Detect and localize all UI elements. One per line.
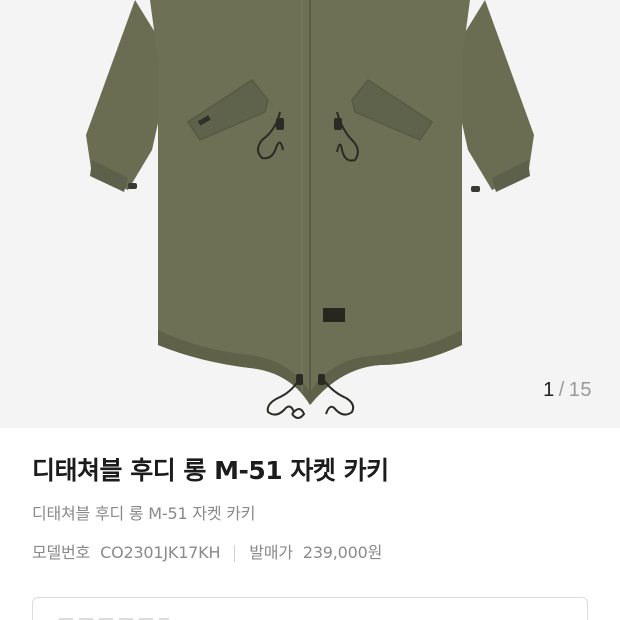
meta-divider (234, 544, 236, 562)
product-title: 디태쳐블 후디 롱 M-51 자켓 카키 (32, 456, 389, 485)
release-price-value: 239,000원 (302, 543, 383, 562)
product-photo (86, 0, 534, 419)
image-counter: 1/15 (543, 379, 592, 402)
product-image-gallery[interactable]: 1/15 (0, 0, 620, 428)
model-number-label: 모델번호 (32, 543, 91, 562)
size-option-box[interactable] (32, 597, 588, 620)
product-info: 디태쳐블 후디 롱 M-51 자켓 카키 디태쳐블 후디 롱 M-51 자켓 카… (32, 454, 592, 564)
image-counter-separator: / (558, 379, 565, 401)
release-price-label: 발매가 (249, 543, 293, 562)
product-subtitle: 디태쳐블 후디 롱 M-51 자켓 카키 (32, 504, 256, 523)
product-meta: 모델번호 CO2301JK17KH 발매가 239,000원 (32, 542, 592, 564)
image-counter-total: 15 (568, 379, 592, 401)
model-number-value: CO2301JK17KH (100, 543, 221, 562)
image-counter-current: 1 (543, 379, 555, 401)
